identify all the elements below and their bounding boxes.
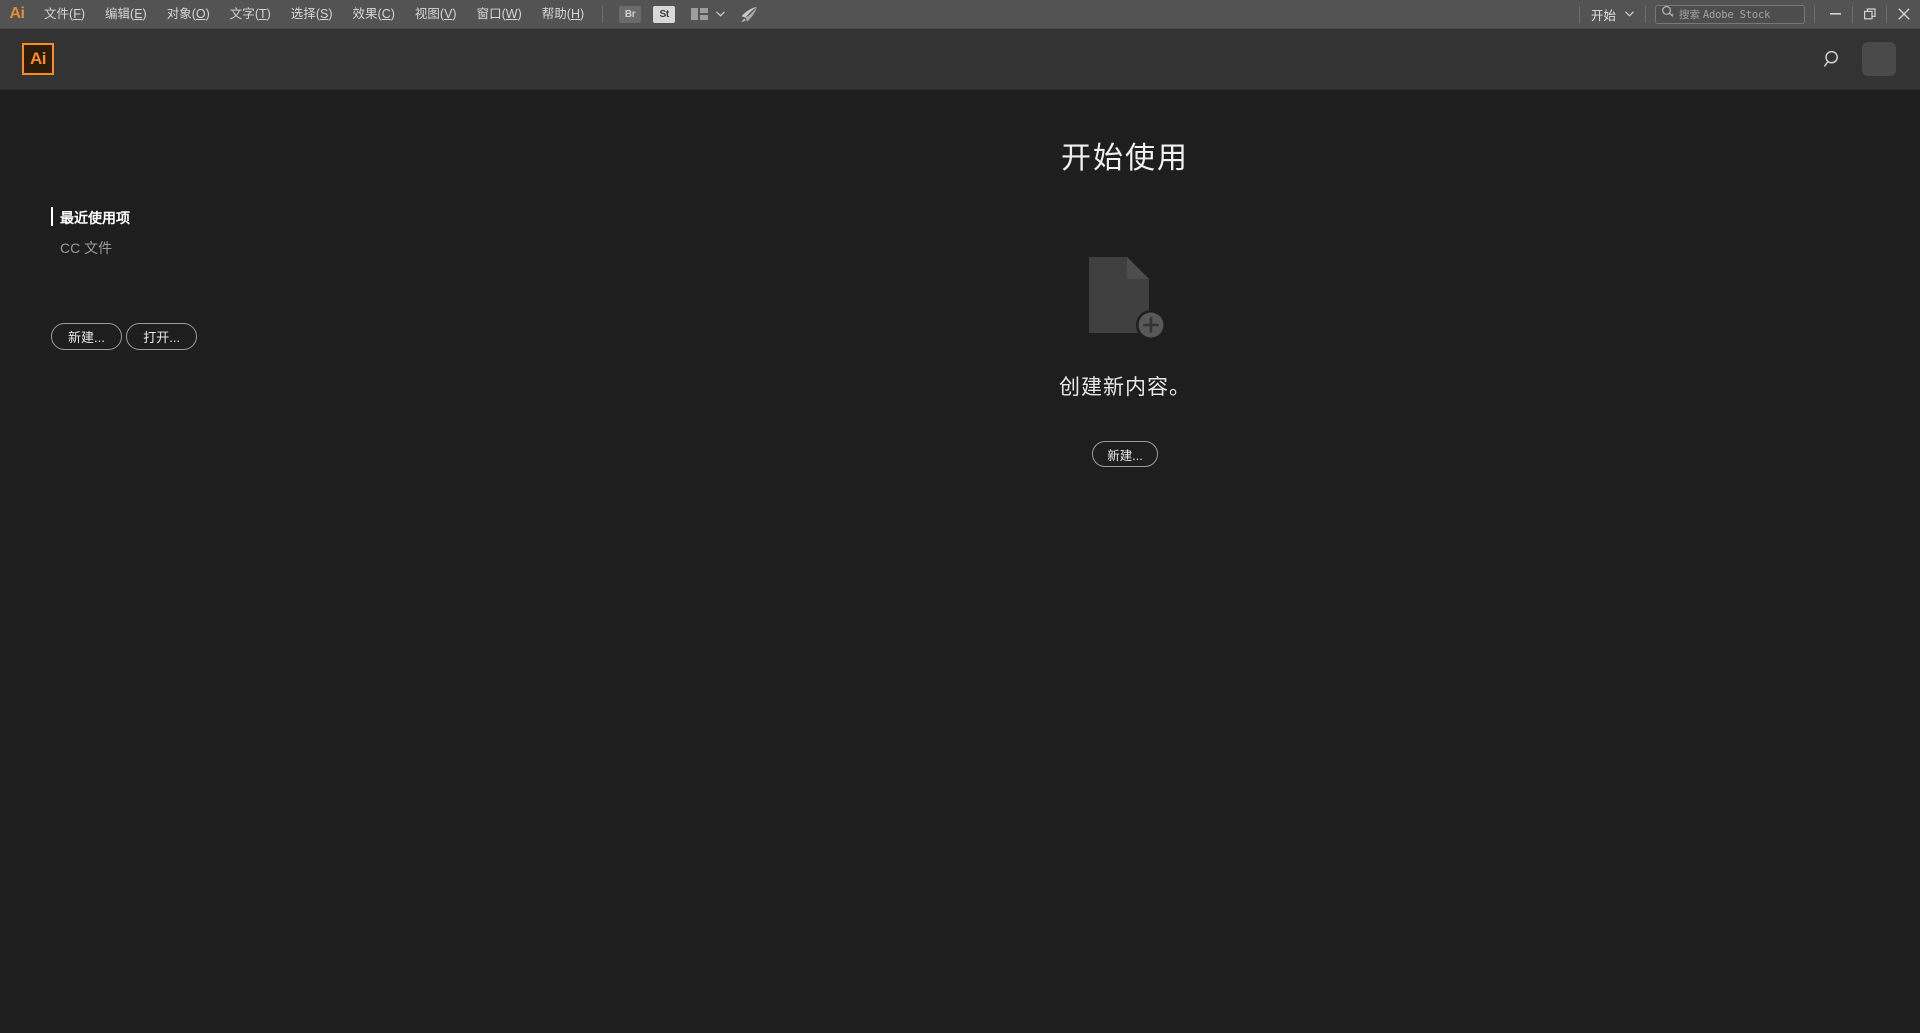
close-button[interactable] xyxy=(1887,0,1920,29)
restore-button[interactable] xyxy=(1853,0,1886,29)
minimize-button[interactable] xyxy=(1819,0,1852,29)
menu-bar: Ai 文件(F) 编辑(E) 对象(O) 文字(T) 选择(S) 效果(C) 视… xyxy=(0,0,1920,29)
menu-item-object-label: 对象 xyxy=(166,6,192,21)
rocket-icon[interactable] xyxy=(735,4,761,24)
search-divider xyxy=(1645,5,1646,23)
menu-item-file-label: 文件 xyxy=(44,6,70,21)
bridge-icon[interactable]: Br xyxy=(619,5,642,23)
menu-item-view[interactable]: 视图(V) xyxy=(405,0,467,29)
chevron-down-icon[interactable] xyxy=(713,5,727,23)
app-icon-small: Ai xyxy=(9,5,26,22)
illustrator-logo: Ai xyxy=(22,43,54,75)
window-controls xyxy=(1819,0,1920,29)
content-area: 最近使用项 CC 文件 新建... 打开... 开始使用 创建新内容。 新建..… xyxy=(0,90,1920,1033)
sidebar-item-recent-label: 最近使用项 xyxy=(60,210,130,226)
stock-search-input[interactable]: 搜索 Adobe Stock xyxy=(1655,4,1805,24)
menu-item-type[interactable]: 文字(T) xyxy=(220,0,281,29)
empty-state-action: 新建... xyxy=(1092,441,1158,467)
menu-item-view-label: 视图 xyxy=(414,6,440,21)
sidebar: 最近使用项 CC 文件 新建... 打开... xyxy=(0,90,330,1033)
stock-icon[interactable]: St xyxy=(653,5,676,23)
stock-search-placeholder: 搜索 Adobe Stock xyxy=(1679,7,1770,22)
empty-state: 创建新内容。 新建... xyxy=(1059,245,1191,467)
menu-item-window[interactable]: 窗口(W) xyxy=(467,0,532,29)
new-button[interactable]: 新建... xyxy=(51,323,122,350)
window-controls-divider xyxy=(1814,5,1815,23)
menu-item-view-accel: V xyxy=(444,6,453,21)
stock-search-placeholder-cn: 搜索 xyxy=(1679,8,1700,21)
arrange-documents-icon[interactable] xyxy=(687,5,711,23)
app-bar-right-group xyxy=(1820,42,1896,76)
menu-item-file[interactable]: 文件(F) xyxy=(34,0,95,29)
menu-item-select[interactable]: 选择(S) xyxy=(281,0,343,29)
menu-item-edit-label: 编辑 xyxy=(105,6,131,21)
sidebar-item-cc-files[interactable]: CC 文件 xyxy=(0,235,330,261)
menubar-tool-group: Br St xyxy=(619,4,761,24)
sidebar-item-cc-files-label: CC 文件 xyxy=(60,240,113,256)
user-avatar[interactable] xyxy=(1862,42,1896,76)
menu-item-help-accel: H xyxy=(570,6,580,21)
menu-item-type-accel: T xyxy=(258,6,267,21)
workspace-switcher[interactable]: 开始 xyxy=(1580,0,1645,29)
menubar-divider xyxy=(602,5,604,23)
menu-item-help[interactable]: 帮助(H) xyxy=(532,0,594,29)
menu-item-select-accel: S xyxy=(319,6,329,21)
sidebar-actions: 新建... 打开... xyxy=(0,303,330,350)
menu-item-object-accel: O xyxy=(195,6,206,21)
menu-item-effect-accel: C xyxy=(381,6,391,21)
menu-item-window-label: 窗口 xyxy=(476,6,502,21)
menu-item-file-accel: F xyxy=(73,6,81,21)
app-bar: Ai xyxy=(0,29,1920,90)
menu-item-list: 文件(F) 编辑(E) 对象(O) 文字(T) 选择(S) 效果(C) 视图(V… xyxy=(34,0,594,29)
menubar-right-group: 开始 搜索 Adobe Stock xyxy=(1578,0,1920,29)
sidebar-item-recent[interactable]: 最近使用项 xyxy=(0,205,330,231)
menu-item-object[interactable]: 对象(O) xyxy=(157,0,220,29)
empty-state-text: 创建新内容。 xyxy=(1059,376,1191,399)
search-icon xyxy=(1661,5,1674,23)
workspace-label: 开始 xyxy=(1590,8,1616,23)
menu-item-effect[interactable]: 效果(C) xyxy=(343,0,405,29)
new-document-icon xyxy=(1075,245,1175,345)
stock-search-placeholder-en: Adobe Stock xyxy=(1702,8,1771,21)
menu-item-select-label: 选择 xyxy=(290,6,316,21)
search-icon[interactable] xyxy=(1820,46,1846,72)
open-button[interactable]: 打开... xyxy=(126,323,198,350)
main-panel: 开始使用 创建新内容。 新建... xyxy=(330,90,1920,1033)
create-new-button[interactable]: 新建... xyxy=(1092,441,1158,467)
menu-item-effect-label: 效果 xyxy=(352,6,378,21)
menu-item-help-label: 帮助 xyxy=(541,6,567,21)
menu-item-edit[interactable]: 编辑(E) xyxy=(95,0,157,29)
menu-item-edit-accel: E xyxy=(134,6,143,21)
page-title: 开始使用 xyxy=(1061,142,1189,175)
menu-item-type-label: 文字 xyxy=(229,6,255,21)
menu-item-window-accel: W xyxy=(505,6,518,21)
chevron-down-icon xyxy=(1625,10,1634,19)
